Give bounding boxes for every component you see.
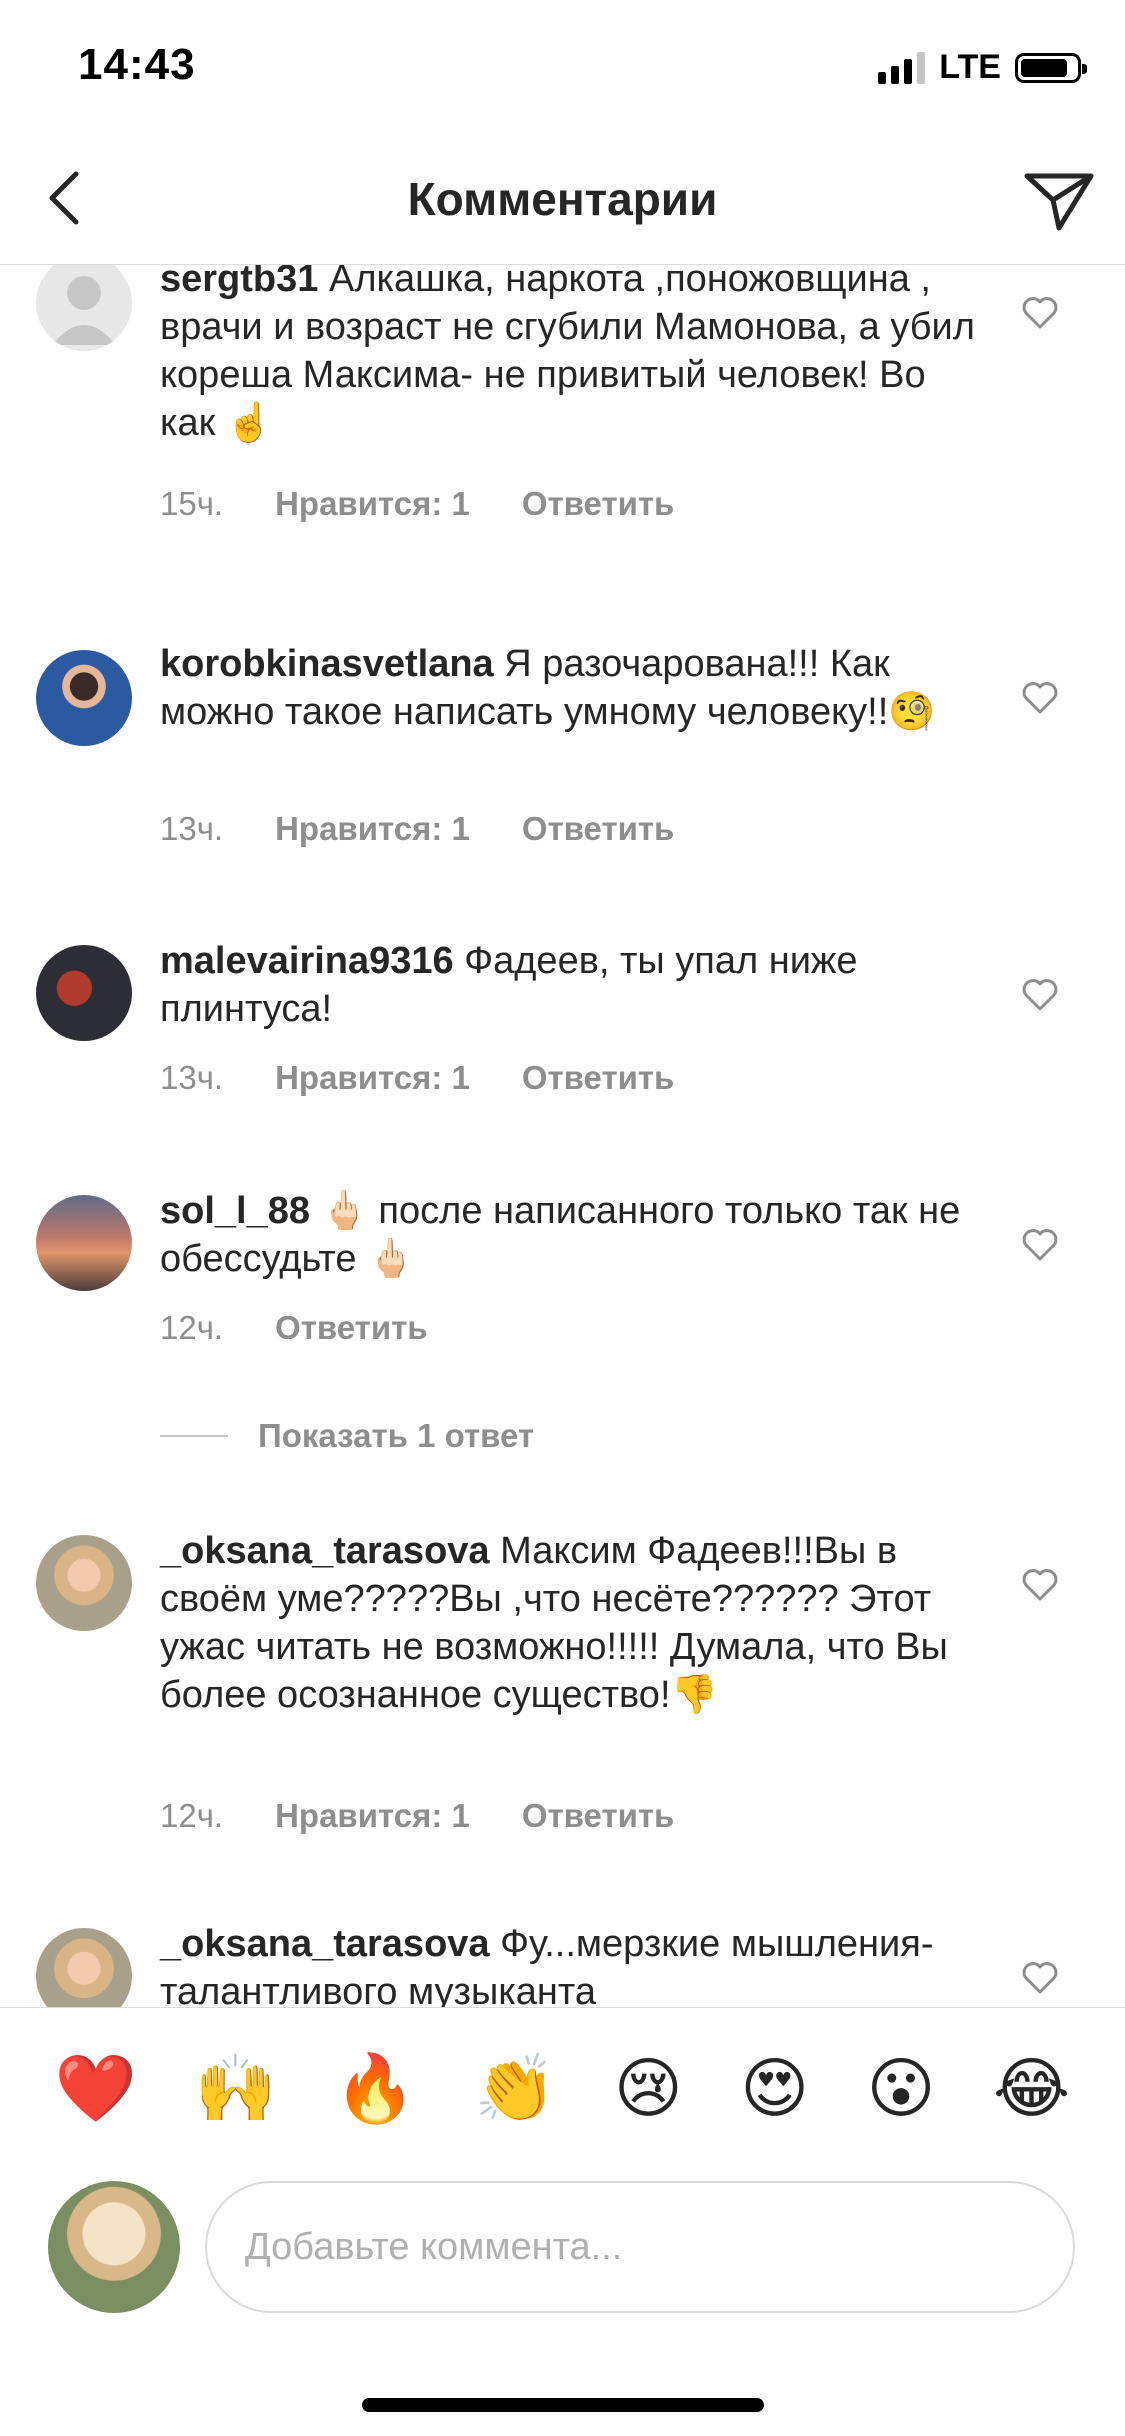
show-replies-label[interactable]: Показать 1 ответ bbox=[258, 1417, 534, 1455]
comment-likes[interactable]: Нравится: 1 bbox=[275, 810, 470, 848]
comment-meta: 12ч. Нравится: 1 Ответить bbox=[160, 1797, 674, 1835]
heart-icon[interactable] bbox=[1020, 1958, 1060, 1998]
comment-text: _oksana_tarasova Максим Фадеев!!!Вы в св… bbox=[160, 1527, 980, 1719]
comment-meta: 12ч. Ответить bbox=[160, 1309, 428, 1347]
comment-meta: 13ч. Нравится: 1 Ответить bbox=[160, 810, 674, 848]
comment-text: sergtb31 Алкашка, наркота ,поножовщина ,… bbox=[160, 265, 980, 447]
comment-time: 13ч. bbox=[160, 1059, 224, 1096]
navigation-bar: Комментарии bbox=[0, 132, 1125, 265]
comment-likes[interactable]: Нравится: 1 bbox=[275, 1797, 470, 1835]
status-time: 14:43 bbox=[78, 40, 196, 89]
reply-button[interactable]: Ответить bbox=[275, 1309, 428, 1347]
comment-username[interactable]: sol_l_88 bbox=[160, 1190, 310, 1232]
avatar[interactable] bbox=[36, 1195, 132, 1291]
comment-time: 13ч. bbox=[160, 810, 224, 847]
emoji-clap-button[interactable]: 👏 bbox=[474, 2055, 556, 2121]
comment-likes[interactable]: Нравится: 1 bbox=[275, 1059, 470, 1097]
comment-input[interactable]: Добавьте коммента... bbox=[205, 2181, 1075, 2313]
page-title: Комментарии bbox=[407, 173, 718, 225]
avatar[interactable] bbox=[36, 265, 132, 351]
avatar[interactable] bbox=[36, 945, 132, 1041]
comment-meta: 13ч. Нравится: 1 Ответить bbox=[160, 1059, 674, 1097]
emoji-surprised-button[interactable]: 😮 bbox=[867, 2055, 936, 2121]
emoji-heart-eyes-button[interactable]: 😍 bbox=[740, 2055, 809, 2121]
comment-text: _oksana_tarasova Фу...мерзкие мышления- … bbox=[160, 1920, 980, 2007]
comment-meta: 15ч. Нравится: 1 Ответить bbox=[160, 485, 674, 523]
comment-list[interactable]: sergtb31 Алкашка, наркота ,поножовщина ,… bbox=[0, 265, 1125, 2007]
emoji-crying-button[interactable]: 😢 bbox=[614, 2055, 683, 2121]
heart-icon[interactable] bbox=[1020, 1225, 1060, 1265]
replies-divider bbox=[160, 1435, 228, 1437]
emoji-laughing-button[interactable]: 😂 bbox=[993, 2055, 1070, 2121]
comment-likes[interactable]: Нравится: 1 bbox=[275, 485, 470, 523]
status-bar: 14:43 LTE bbox=[0, 0, 1125, 132]
reply-button[interactable]: Ответить bbox=[522, 1059, 675, 1097]
reply-button[interactable]: Ответить bbox=[522, 485, 675, 523]
cellular-signal-icon bbox=[878, 51, 926, 84]
reply-button[interactable]: Ответить bbox=[522, 1797, 675, 1835]
comment-text: sol_l_88 🖕🏻 после написанного только так… bbox=[160, 1187, 980, 1283]
network-type: LTE bbox=[939, 48, 1001, 86]
user-avatar bbox=[48, 2181, 180, 2313]
heart-icon[interactable] bbox=[1020, 1565, 1060, 1605]
status-indicators: LTE bbox=[878, 48, 1087, 87]
comment-username[interactable]: korobkinasvetlana bbox=[160, 643, 494, 685]
comment-username[interactable]: sergtb31 bbox=[160, 265, 318, 300]
comment-text: korobkinasvetlana Я разочарована!!! Как … bbox=[160, 640, 980, 736]
comment-text: malevairina9316 Фадеев, ты упал ниже пли… bbox=[160, 937, 980, 1033]
heart-icon[interactable] bbox=[1020, 293, 1060, 333]
heart-icon[interactable] bbox=[1020, 678, 1060, 718]
avatar[interactable] bbox=[36, 650, 132, 746]
reply-button[interactable]: Ответить bbox=[522, 810, 675, 848]
comment-composer: Добавьте коммента... bbox=[0, 2167, 1125, 2337]
paper-plane-icon[interactable] bbox=[1021, 162, 1097, 238]
emoji-raised-hands-button[interactable]: 🙌 bbox=[195, 2055, 277, 2121]
avatar[interactable] bbox=[36, 1928, 132, 2007]
comment-time: 12ч. bbox=[160, 1797, 224, 1834]
heart-icon[interactable] bbox=[1020, 975, 1060, 1015]
comment-username[interactable]: malevairina9316 bbox=[160, 940, 454, 982]
comment-username[interactable]: _oksana_tarasova bbox=[160, 1923, 490, 1965]
avatar[interactable] bbox=[36, 1535, 132, 1631]
comment-input-placeholder: Добавьте коммента... bbox=[245, 2225, 623, 2268]
battery-icon bbox=[1015, 52, 1087, 83]
show-replies-button[interactable]: Показать 1 ответ bbox=[160, 1417, 534, 1455]
home-indicator[interactable] bbox=[362, 2398, 764, 2412]
comment-time: 12ч. bbox=[160, 1309, 224, 1346]
comment-username[interactable]: _oksana_tarasova bbox=[160, 1530, 490, 1572]
emoji-heart-button[interactable]: ❤️ bbox=[55, 2055, 137, 2121]
emoji-fire-button[interactable]: 🔥 bbox=[334, 2055, 416, 2121]
emoji-quick-bar: ❤️ 🙌 🔥 👏 😢 😍 😮 😂 bbox=[0, 2007, 1125, 2167]
comment-time: 15ч. bbox=[160, 485, 224, 522]
